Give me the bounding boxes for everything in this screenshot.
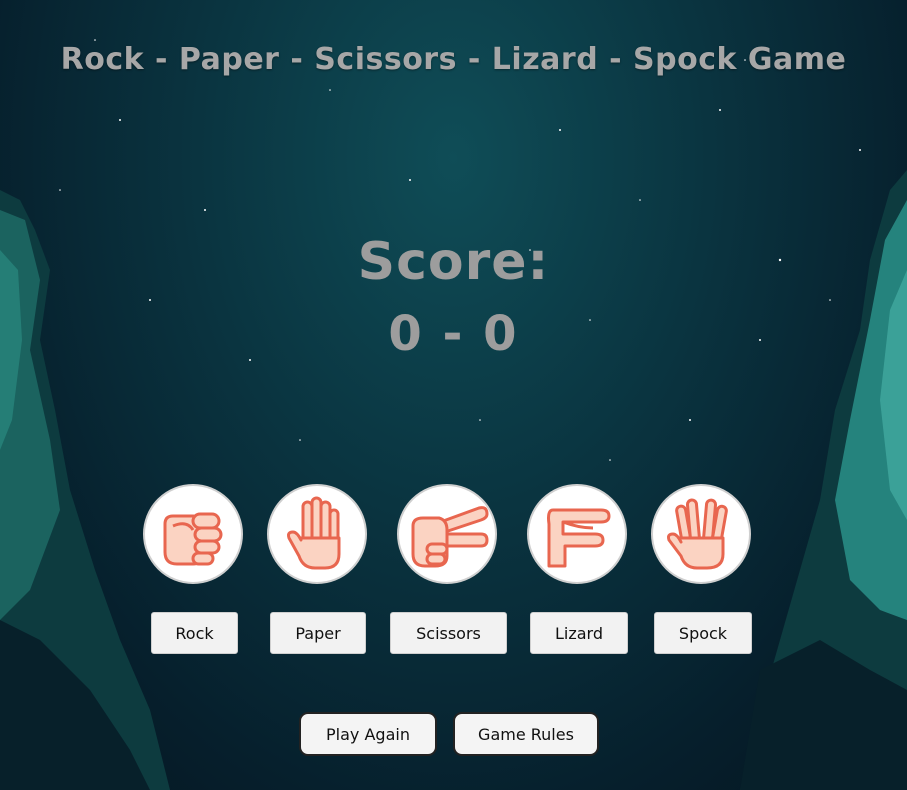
paper-choice-image[interactable] (267, 484, 367, 584)
lizard-choice-image[interactable] (527, 484, 627, 584)
starfield-background (59, 39, 861, 541)
game-rules-button[interactable]: Game Rules (453, 712, 599, 756)
open-hand-icon (287, 496, 341, 570)
rock-button[interactable]: Rock (151, 612, 238, 654)
score-label: Score: (357, 232, 550, 292)
scissors-button[interactable]: Scissors (390, 612, 507, 654)
play-again-button[interactable]: Play Again (299, 712, 437, 756)
fist-icon (163, 512, 223, 566)
lizard-hand-icon (547, 508, 611, 568)
spock-choice-image[interactable] (651, 484, 751, 584)
lizard-button[interactable]: Lizard (530, 612, 628, 654)
vulcan-salute-icon (667, 498, 728, 570)
rock-choice-image[interactable] (143, 484, 243, 584)
scissors-choice-image[interactable] (397, 484, 497, 584)
spock-button[interactable]: Spock (654, 612, 752, 654)
score-value: 0 - 0 (388, 306, 519, 362)
page-title: Rock - Paper - Scissors - Lizard - Spock… (60, 42, 847, 77)
paper-button[interactable]: Paper (270, 612, 366, 654)
scissors-hand-icon (411, 506, 489, 568)
